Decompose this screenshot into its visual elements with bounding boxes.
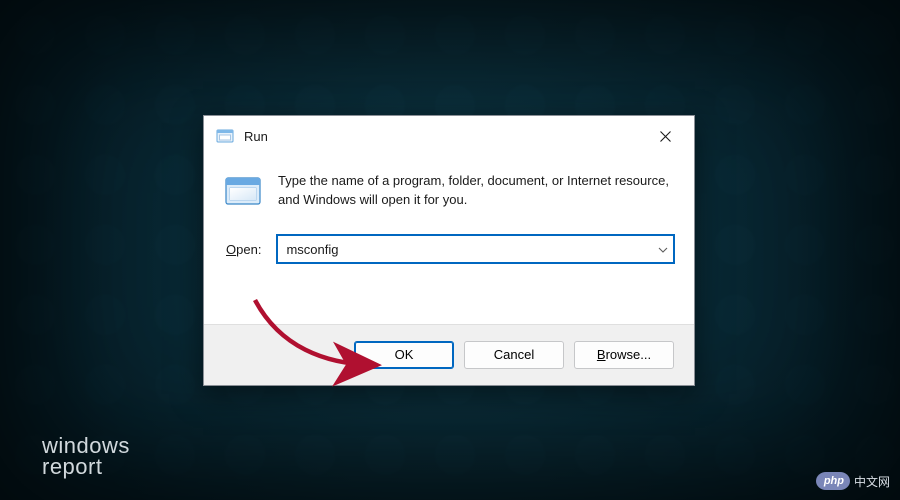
php-logo-icon: php bbox=[816, 472, 850, 490]
close-button[interactable] bbox=[642, 120, 688, 152]
close-icon bbox=[660, 131, 671, 142]
dialog-body: Type the name of a program, folder, docu… bbox=[204, 156, 694, 324]
browse-button[interactable]: Browse... bbox=[574, 341, 674, 369]
titlebar[interactable]: Run bbox=[204, 116, 694, 156]
open-label: Open: bbox=[226, 242, 261, 257]
button-bar: OK Cancel Browse... bbox=[204, 324, 694, 385]
run-body-icon bbox=[224, 174, 262, 213]
open-input[interactable] bbox=[277, 235, 674, 263]
run-dialog: Run bbox=[203, 115, 695, 386]
cancel-button[interactable]: Cancel bbox=[464, 341, 564, 369]
ok-button[interactable]: OK bbox=[354, 341, 454, 369]
instruction-text: Type the name of a program, folder, docu… bbox=[278, 172, 674, 210]
watermark-windows-report: windows report bbox=[42, 436, 130, 478]
run-title-icon bbox=[216, 127, 234, 145]
watermark-php-cn: php 中文网 bbox=[816, 472, 890, 490]
dialog-title: Run bbox=[244, 129, 642, 144]
open-combobox[interactable] bbox=[277, 235, 674, 263]
